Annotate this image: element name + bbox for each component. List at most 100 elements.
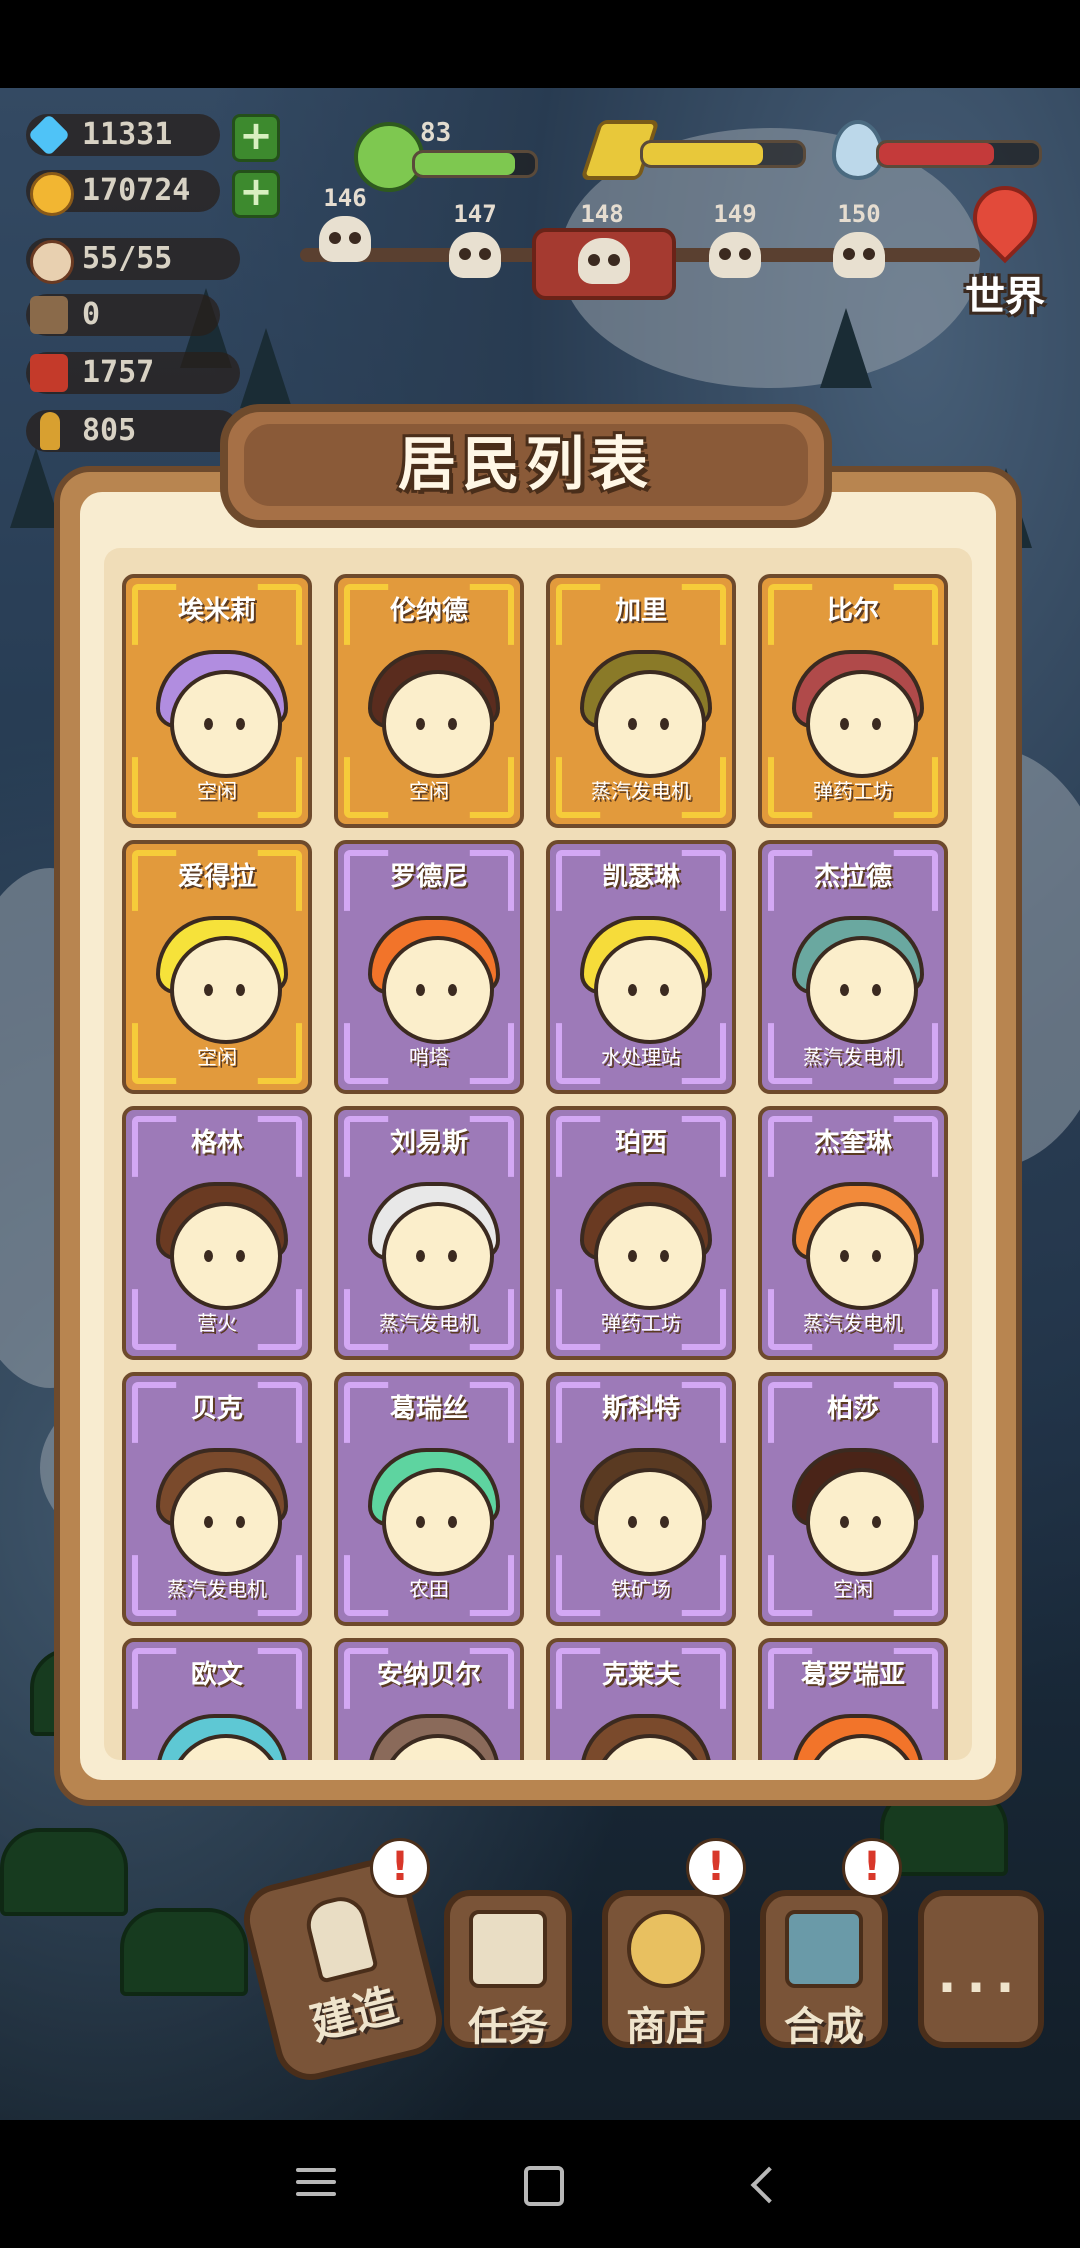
world-button-label: 世界 — [965, 274, 1045, 320]
energy-meter-fill — [643, 143, 763, 165]
resident-name: 刘易斯 — [389, 1128, 468, 1158]
resident-name: 加里 — [614, 596, 667, 626]
day-node: 147 — [430, 200, 520, 278]
resident-face-icon — [806, 1202, 918, 1310]
craft-button[interactable]: 合成 — [760, 1890, 888, 2050]
resident-job: 营火 — [197, 1311, 237, 1335]
back-icon[interactable] — [750, 2166, 788, 2204]
resident-card[interactable]: 葛瑞丝 农田 — [334, 1372, 524, 1626]
resident-job: 蒸汽发电机 — [379, 1311, 479, 1335]
wood-value: 0 — [82, 297, 101, 332]
resident-face-icon — [382, 1468, 494, 1576]
skull-icon — [578, 238, 630, 284]
resident-card[interactable]: 欧文 — [122, 1638, 312, 1760]
resident-name: 杰奎琳 — [813, 1128, 892, 1158]
resident-face-icon — [382, 936, 494, 1044]
water-meter — [876, 140, 1042, 168]
resident-name: 欧文 — [190, 1660, 243, 1690]
resident-card[interactable]: 埃米莉 空闲 — [122, 574, 312, 828]
resident-name: 埃米莉 — [177, 596, 256, 626]
world-map-button[interactable]: 世界 — [950, 172, 1060, 330]
home-icon[interactable] — [524, 2166, 564, 2206]
resident-name: 珀西 — [614, 1128, 667, 1158]
resident-card[interactable]: 加里 蒸汽发电机 — [546, 574, 736, 828]
ammo-icon — [40, 412, 60, 450]
resident-name: 斯科特 — [601, 1394, 680, 1424]
steel-value: 1757 — [82, 355, 155, 390]
resident-name: 凯瑟琳 — [601, 862, 680, 892]
day-label: 148 — [580, 200, 624, 228]
tasks-button[interactable]: 任务 — [444, 1890, 572, 2050]
menu-icon[interactable] — [296, 2160, 336, 2204]
resident-name: 比尔 — [826, 596, 879, 626]
resident-card[interactable]: 杰奎琳 蒸汽发电机 — [758, 1106, 948, 1360]
resident-name: 安纳贝尔 — [376, 1660, 481, 1690]
shop-button[interactable]: 商店 — [602, 1890, 730, 2050]
resident-card[interactable]: 格林 营火 — [122, 1106, 312, 1360]
tasks-label: 任务 — [468, 2004, 548, 2050]
add-coins-button[interactable]: + — [232, 170, 280, 218]
resident-card[interactable]: 伦纳德 空闲 — [334, 574, 524, 828]
resident-card[interactable]: 珀西 弹药工坊 — [546, 1106, 736, 1360]
day-node: 146 — [300, 184, 390, 262]
shop-label: 商店 — [626, 2004, 706, 2050]
resident-job: 水处理站 — [601, 1045, 681, 1069]
resident-card[interactable]: 刘易斯 蒸汽发电机 — [334, 1106, 524, 1360]
resident-name: 爱得拉 — [177, 862, 256, 892]
day-label: 149 — [713, 200, 757, 228]
add-diamonds-button[interactable]: + — [232, 114, 280, 162]
resident-face-icon — [170, 670, 282, 778]
resident-card[interactable]: 比尔 弹药工坊 — [758, 574, 948, 828]
resident-name: 罗德尼 — [389, 862, 468, 892]
day-label: 147 — [453, 200, 497, 228]
resident-job: 空闲 — [197, 1045, 237, 1069]
population-counter: 55/55 — [26, 236, 240, 284]
happiness-meter-fill — [415, 153, 515, 175]
person-icon — [30, 240, 74, 284]
shop-alert-badge: ! — [686, 1838, 746, 1898]
population-value: 55/55 — [82, 241, 173, 276]
resident-card[interactable]: 贝克 蒸汽发电机 — [122, 1372, 312, 1626]
resident-card[interactable]: 斯科特 铁矿场 — [546, 1372, 736, 1626]
resident-job: 蒸汽发电机 — [591, 779, 691, 803]
energy-meter — [640, 140, 806, 168]
resident-grid-scroll[interactable]: 埃米莉 空闲 伦纳德 空闲 加里 蒸汽发电机 比尔 弹药工坊 爱得拉 空闲 罗德尼 哨塔 凯瑟琳 水处理站… — [104, 548, 972, 1760]
resident-face-icon — [806, 936, 918, 1044]
resident-card[interactable]: 杰拉德 蒸汽发电机 — [758, 840, 948, 1094]
resident-name: 杰拉德 — [813, 862, 892, 892]
craft-label: 合成 — [784, 2004, 864, 2050]
resident-card[interactable]: 凯瑟琳 水处理站 — [546, 840, 736, 1094]
resident-face-icon — [382, 1202, 494, 1310]
resident-face-icon — [594, 936, 706, 1044]
resident-job: 空闲 — [833, 1577, 873, 1601]
resident-face-icon — [170, 936, 282, 1044]
more-button[interactable]: ... — [918, 1890, 1044, 2048]
more-label: ... — [937, 1946, 1025, 2004]
craft-alert-badge: ! — [842, 1838, 902, 1898]
resident-name: 克莱夫 — [601, 1660, 680, 1690]
coin-icon — [30, 172, 74, 216]
resident-card[interactable]: 安纳贝尔 — [334, 1638, 524, 1760]
ammo-value: 805 — [82, 413, 137, 448]
skull-icon — [833, 232, 885, 278]
resident-card[interactable]: 克莱夫 — [546, 1638, 736, 1760]
resident-name: 伦纳德 — [389, 596, 468, 626]
resident-card[interactable]: 爱得拉 空闲 — [122, 840, 312, 1094]
water-meter-fill — [879, 143, 995, 165]
system-nav-bar — [0, 2120, 1080, 2248]
resident-job: 空闲 — [409, 779, 449, 803]
wood-counter: 0 — [26, 292, 220, 338]
resident-card[interactable]: 葛罗瑞亚 — [758, 1638, 948, 1760]
resident-list-title-plaque: 居民列表 — [220, 404, 832, 528]
diamond-icon — [27, 113, 71, 157]
resident-face-icon — [170, 1202, 282, 1310]
diamond-counter: 11331 — [26, 112, 220, 158]
resident-card[interactable]: 柏莎 空闲 — [758, 1372, 948, 1626]
day-node: 149 — [690, 200, 780, 278]
resident-name: 贝克 — [190, 1394, 243, 1424]
resident-card[interactable]: 罗德尼 哨塔 — [334, 840, 524, 1094]
resident-face-icon — [806, 670, 918, 778]
resident-face-icon — [382, 670, 494, 778]
shovel-icon — [301, 1891, 379, 1984]
day-label: 150 — [837, 200, 881, 228]
